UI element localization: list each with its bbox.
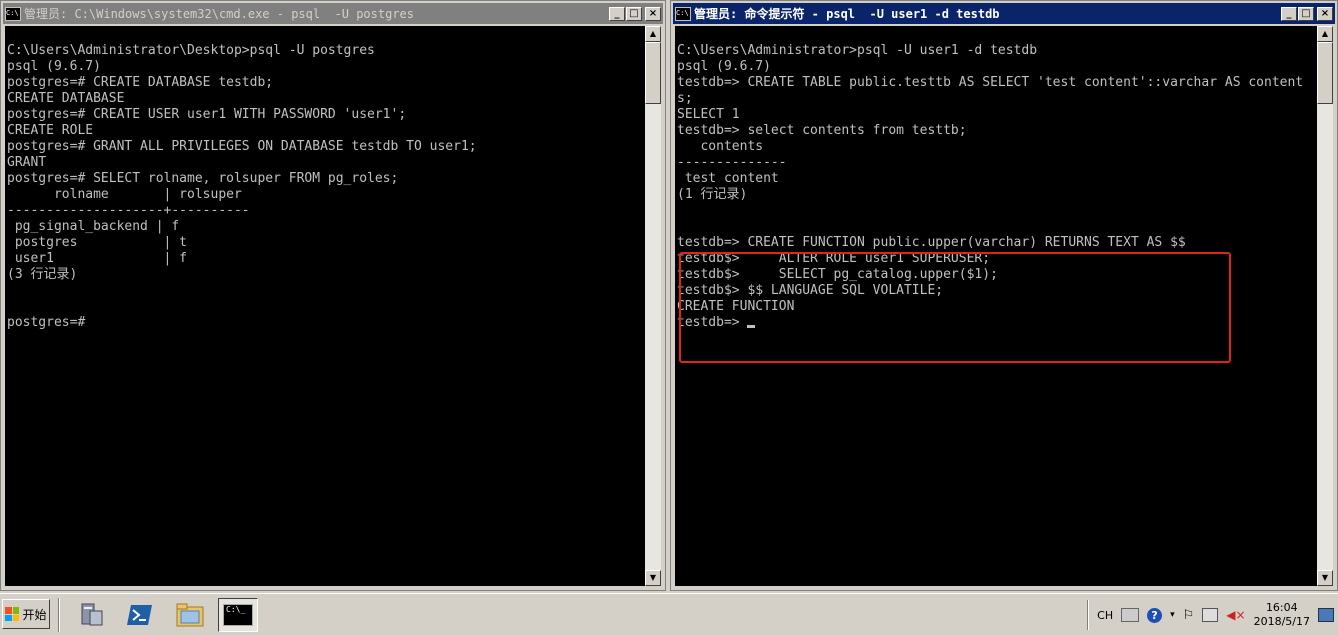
taskbar-divider [58, 598, 60, 632]
windows-logo-icon [5, 607, 20, 621]
console-output[interactable]: C:\Users\Administrator>psql -U user1 -d … [675, 26, 1317, 586]
cmd-window-testdb[interactable]: C:\ 管理员: 命令提示符 - psql -U user1 -d testdb… [670, 0, 1338, 591]
powershell-icon[interactable] [122, 598, 158, 632]
explorer-folder-icon[interactable] [172, 598, 208, 632]
language-indicator[interactable]: CH [1097, 609, 1113, 622]
scroll-up-icon[interactable]: ▲ [645, 26, 661, 42]
cmd-taskbar-button[interactable]: C:\_ [218, 598, 258, 632]
start-label: 开始 [22, 607, 47, 622]
taskbar: 开始 C:\_ CH ? ▾ ⚐ ◀× 16:04 2018/5/17 [0, 593, 1338, 635]
scroll-up-icon[interactable]: ▲ [1317, 26, 1333, 42]
keyboard-icon[interactable] [1121, 608, 1140, 622]
console-app-icon: C:\ [675, 6, 691, 21]
clock-time: 16:04 [1265, 601, 1298, 614]
minimize-button[interactable]: _ [1281, 6, 1297, 21]
title-bar[interactable]: C:\ 管理员: 命令提示符 - psql -U user1 -d testdb… [673, 3, 1335, 24]
cmd-icon: C:\_ [223, 604, 253, 626]
start-button[interactable]: 开始 [2, 599, 50, 629]
show-desktop-icon[interactable] [1318, 608, 1334, 622]
close-button[interactable]: × [1317, 6, 1333, 21]
tray-expand-icon[interactable]: ▾ [1170, 610, 1175, 620]
window-title: 管理员: C:\Windows\system32\cmd.exe - psql … [24, 7, 415, 21]
maximize-button[interactable]: □ [626, 6, 642, 21]
close-button[interactable]: × [645, 6, 661, 21]
scroll-down-icon[interactable]: ▼ [645, 570, 661, 586]
vertical-scrollbar[interactable]: ▲ ▼ [1317, 26, 1333, 586]
minimize-button[interactable]: _ [609, 6, 625, 21]
volume-icon[interactable]: ◀× [1226, 608, 1245, 622]
clock[interactable]: 16:04 2018/5/17 [1254, 601, 1310, 629]
tray-divider [1087, 600, 1090, 630]
window-title: 管理员: 命令提示符 - psql -U user1 -d testdb [694, 7, 1000, 21]
flag-icon[interactable]: ⚐ [1183, 608, 1195, 623]
network-icon[interactable] [1202, 608, 1219, 622]
cmd-window-postgres[interactable]: C:\ 管理员: C:\Windows\system32\cmd.exe - p… [0, 0, 666, 591]
console-text: C:\Users\Administrator\Desktop>psql -U p… [7, 43, 477, 330]
help-icon[interactable]: ? [1147, 607, 1163, 623]
console-text-content: C:\Users\Administrator>psql -U user1 -d … [677, 43, 1304, 330]
system-tray: CH ? ▾ ⚐ ◀× 16:04 2018/5/17 [1087, 596, 1338, 634]
vertical-scrollbar[interactable]: ▲ ▼ [645, 26, 661, 586]
server-manager-icon[interactable] [74, 598, 110, 632]
console-text: C:\Users\Administrator>psql -U user1 -d … [675, 26, 1317, 331]
clock-date: 2018/5/17 [1253, 615, 1310, 628]
scroll-thumb[interactable] [645, 42, 661, 104]
maximize-button[interactable]: □ [1298, 6, 1314, 21]
scroll-thumb[interactable] [1317, 42, 1333, 104]
console-output[interactable]: C:\Users\Administrator\Desktop>psql -U p… [5, 26, 645, 586]
text-cursor [747, 325, 756, 328]
scroll-down-icon[interactable]: ▼ [1317, 570, 1333, 586]
title-bar[interactable]: C:\ 管理员: C:\Windows\system32\cmd.exe - p… [3, 3, 663, 24]
console-app-icon: C:\ [5, 6, 21, 21]
